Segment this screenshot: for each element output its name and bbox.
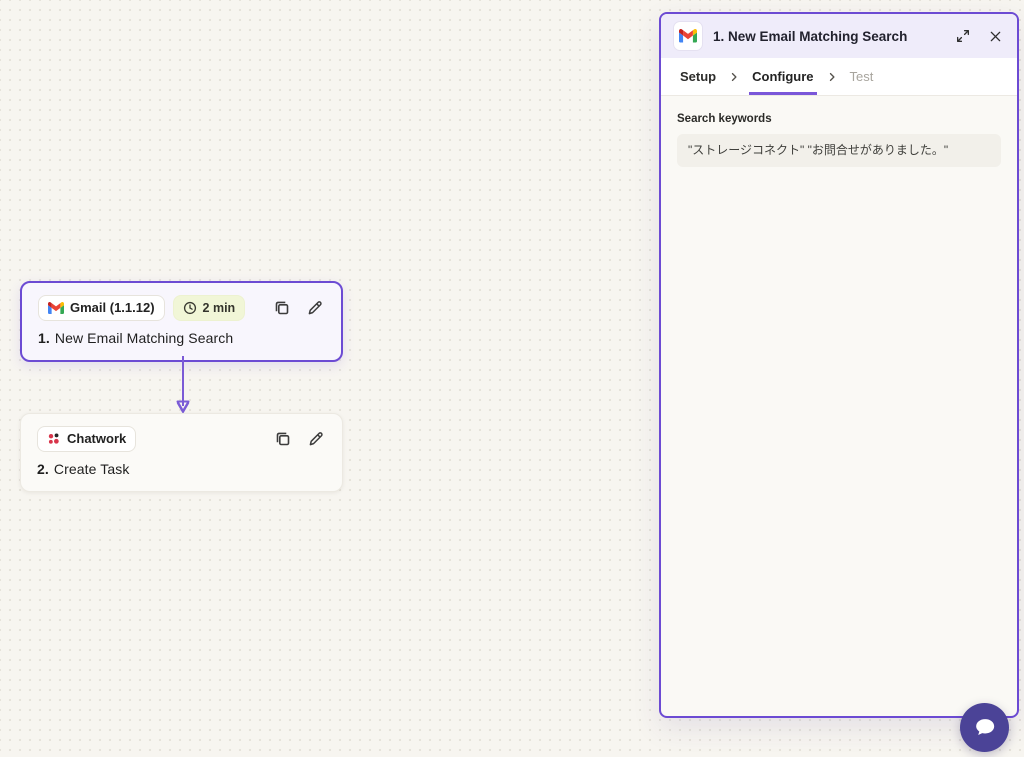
node-actions <box>273 429 326 449</box>
step-config-panel: 1. New Email Matching Search Setup Confi… <box>659 12 1019 718</box>
tab-configure[interactable]: Configure <box>749 58 817 95</box>
node-title: 2. Create Task <box>37 461 326 477</box>
chat-bubble-icon <box>971 714 998 741</box>
tab-setup[interactable]: Setup <box>677 58 719 95</box>
node-title-text: New Email Matching Search <box>54 330 234 346</box>
node-title: 1. New Email Matching Search <box>38 330 325 346</box>
duplicate-node-button[interactable] <box>273 429 293 449</box>
node-actions <box>272 298 325 318</box>
panel-body: Search keywords "ストレージコネクト" "お問合せがありました。… <box>661 96 1017 716</box>
node-chip-row: Gmail (1.1.12) 2 min <box>38 295 325 321</box>
gmail-icon <box>48 302 64 314</box>
expand-icon <box>955 28 971 44</box>
search-keywords-input[interactable]: "ストレージコネクト" "お問合せがありました。" <box>677 134 1001 167</box>
pencil-icon <box>307 430 325 448</box>
pencil-icon <box>306 299 324 317</box>
node-number: 2. <box>37 461 49 477</box>
workflow-node-chatwork[interactable]: Chatwork 2. Create Task <box>20 413 343 492</box>
panel-header: 1. New Email Matching Search <box>661 14 1017 58</box>
search-keywords-label: Search keywords <box>677 113 772 125</box>
duration-chip-label: 2 min <box>202 301 236 315</box>
chevron-right-icon <box>728 71 740 83</box>
node-title-text: Create Task <box>53 461 130 477</box>
copy-icon <box>274 430 292 448</box>
gmail-app-badge <box>673 21 703 51</box>
close-icon <box>988 29 1003 44</box>
connector-arrow <box>175 356 191 420</box>
gmail-app-chip: Gmail (1.1.12) <box>38 295 165 321</box>
step-tabs: Setup Configure Test <box>661 58 1017 96</box>
duration-chip: 2 min <box>172 295 246 321</box>
chat-widget-button[interactable] <box>960 703 1009 752</box>
edit-node-button[interactable] <box>305 298 325 318</box>
panel-title: 1. New Email Matching Search <box>713 28 908 44</box>
panel-header-actions <box>953 26 1005 46</box>
close-panel-button[interactable] <box>985 26 1005 46</box>
expand-panel-button[interactable] <box>953 26 973 46</box>
tab-test[interactable]: Test <box>847 58 877 95</box>
edit-node-button[interactable] <box>306 429 326 449</box>
chatwork-app-chip-label: Chatwork <box>67 431 127 446</box>
gmail-app-chip-label: Gmail (1.1.12) <box>70 300 155 315</box>
gmail-icon <box>679 29 697 43</box>
copy-icon <box>273 299 291 317</box>
workflow-node-gmail[interactable]: Gmail (1.1.12) 2 min 1. New Email Matchi… <box>20 281 343 362</box>
chatwork-icon <box>47 432 61 446</box>
node-chip-row: Chatwork <box>37 426 326 452</box>
node-number: 1. <box>38 330 50 346</box>
duplicate-node-button[interactable] <box>272 298 292 318</box>
clock-icon <box>183 301 197 315</box>
chevron-right-icon <box>826 71 838 83</box>
chatwork-app-chip: Chatwork <box>37 426 137 452</box>
